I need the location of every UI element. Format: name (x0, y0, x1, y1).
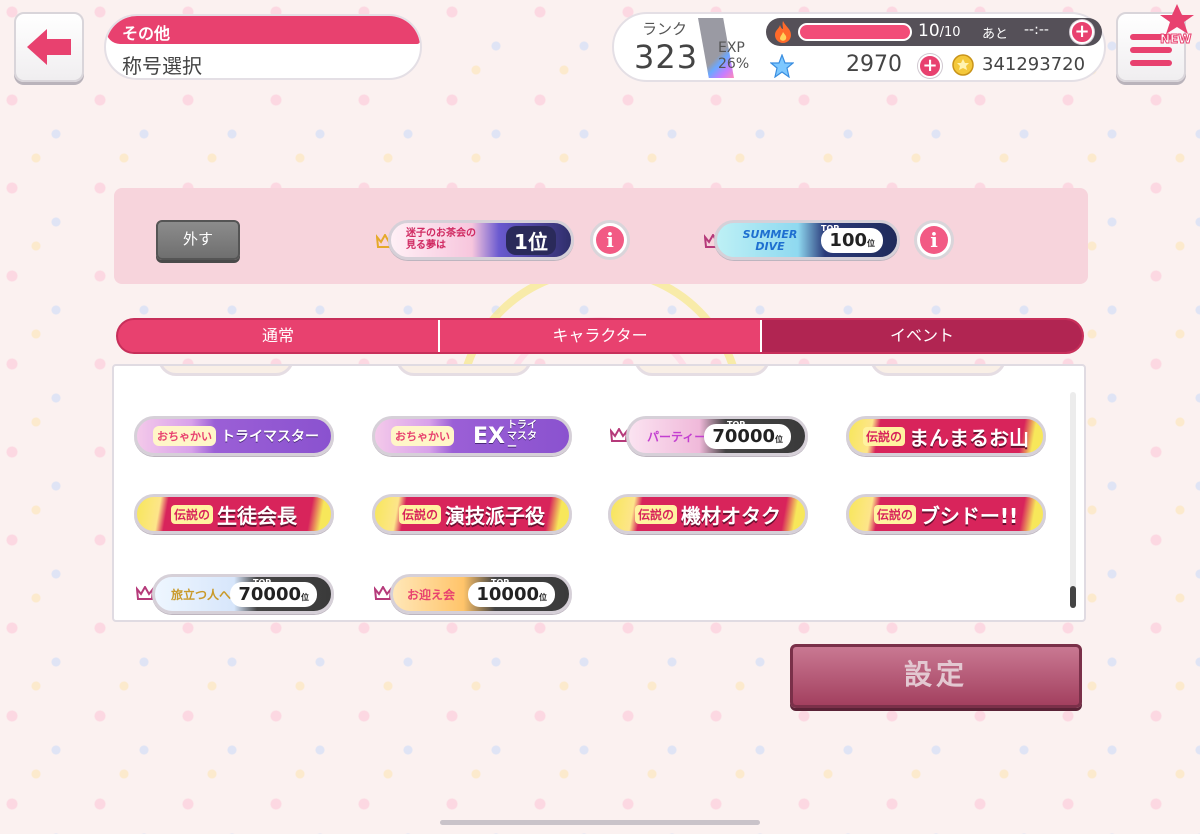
tab-character[interactable]: キャラクター (440, 320, 762, 352)
screen-category: その他 (106, 16, 420, 44)
scrollbar-thumb[interactable] (1070, 586, 1076, 608)
partial-title-badge (634, 366, 770, 376)
partial-title-badge (870, 366, 1006, 376)
recovery-timer: --:-- (1024, 22, 1049, 38)
info-button-2[interactable]: i (914, 220, 954, 260)
screen-title-plate: その他 称号選択 (104, 14, 422, 80)
partial-title-badge (396, 366, 532, 376)
equipped-title-badge-2[interactable]: SUMMER DIVE TOP 100位 (714, 220, 900, 260)
new-star-icon (1160, 4, 1194, 34)
title-badge-rank-70000-a[interactable]: パーティー TOP 70000位 (626, 416, 808, 456)
info-icon: i (596, 226, 624, 254)
stamina-add-button[interactable]: + (1070, 20, 1094, 44)
star-gem-icon (770, 54, 794, 78)
home-indicator[interactable] (440, 820, 760, 825)
tab-event[interactable]: イベント (762, 320, 1082, 352)
info-button-1[interactable]: i (590, 220, 630, 260)
set-button[interactable]: 設定 (790, 644, 1082, 708)
title-badge-legend-kizai[interactable]: 伝説の 機材オタク (608, 494, 808, 534)
title-badge-rank-70000-b[interactable]: 旅立つ人へ TOP 70000位 (152, 574, 334, 614)
tab-normal[interactable]: 通常 (118, 320, 440, 352)
remove-title-button[interactable]: 外す (156, 220, 240, 260)
menu-line-icon (1130, 60, 1172, 66)
back-arrow-icon (27, 29, 71, 65)
title-badge-legend-manmaru[interactable]: 伝説の まんまるお山 (846, 416, 1046, 456)
stamina-count: 10/10 (918, 21, 961, 41)
title-badge-ex-trimaster[interactable]: おちゃかい EX トライ マスター (372, 416, 572, 456)
stamina-bar (798, 23, 912, 41)
coin-icon (952, 54, 974, 76)
rank-number: 70000位 (230, 581, 317, 607)
rank-number: 10000位 (468, 581, 555, 607)
rank-label: ランク (642, 20, 688, 38)
rank-number: 100位 (821, 227, 883, 253)
rank-1st-label: 1位 (506, 225, 556, 255)
flame-icon (775, 21, 791, 43)
new-badge: NEW (1156, 2, 1198, 50)
info-icon: i (920, 226, 948, 254)
exp-percent: 26% (718, 56, 750, 72)
title-category-tabs: 通常 キャラクター イベント (116, 318, 1084, 354)
title-badge-legend-seitokaicho[interactable]: 伝説の 生徒会長 (134, 494, 334, 534)
title-badge-legend-bushido[interactable]: 伝説の ブシドー!! (846, 494, 1046, 534)
title-badge-trimaster[interactable]: おちゃかい トライマスター (134, 416, 334, 456)
title-badge-legend-engiha[interactable]: 伝説の 演技派子役 (372, 494, 572, 534)
rank-value: 323 (634, 38, 699, 76)
back-button[interactable] (14, 12, 84, 82)
player-status-panel: ランク 323 EXP 26% 10/10 あと --:-- + 2970 + … (612, 12, 1106, 82)
equipped-title-badge-1[interactable]: 迷子のお茶会の見る夢は 1位 (388, 220, 574, 260)
recovery-label: あと (982, 27, 1009, 42)
exp-label: EXP (718, 40, 745, 56)
gem-add-button[interactable]: + (918, 54, 942, 78)
title-badge-rank-10000[interactable]: お迎え会 TOP 10000位 (390, 574, 572, 614)
coin-count: 341293720 (982, 54, 1086, 75)
star-gem-count: 2970 (846, 52, 902, 77)
title-list-scrollbar[interactable] (1070, 392, 1076, 608)
page-title: 称号選択 (122, 54, 202, 78)
partial-title-badge (158, 366, 294, 376)
rank-number: 70000位 (704, 423, 791, 449)
